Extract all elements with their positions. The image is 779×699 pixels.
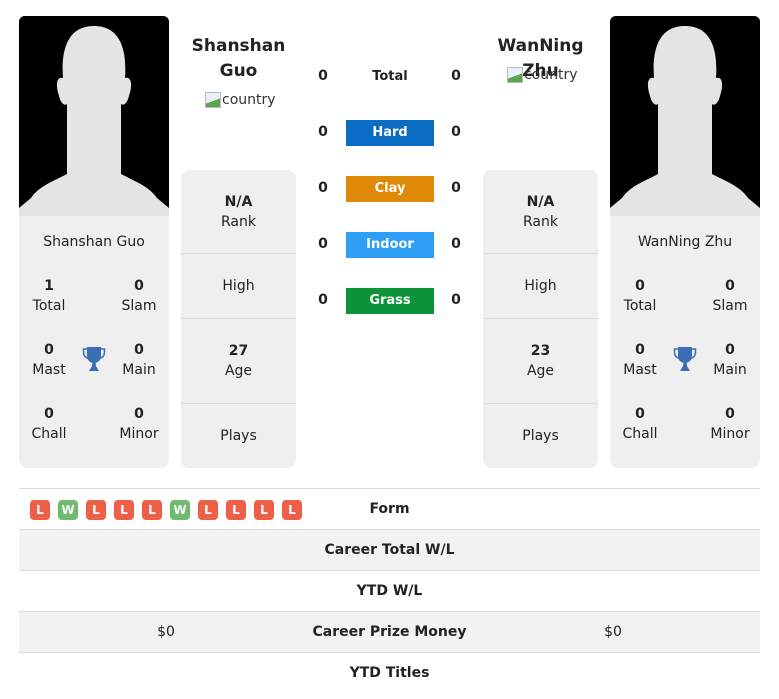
surface-row-total: 0 Total 0 — [300, 64, 480, 90]
player1-total-titles: 1 Total — [32, 278, 66, 314]
silhouette-icon — [19, 16, 169, 216]
player1-age: 27 Age — [181, 319, 296, 404]
silhouette-icon — [610, 16, 760, 216]
surface-total-label: Total — [372, 69, 408, 84]
trophy-icon — [82, 347, 106, 371]
surface-grass-badge: Grass — [346, 288, 434, 314]
player2-total-titles: 0 Total — [623, 278, 657, 314]
player1-photo — [19, 16, 169, 216]
surface-row-indoor: 0 Indoor 0 — [300, 232, 480, 258]
ytd-titles-label: YTD Titles — [349, 665, 430, 681]
player2-plays: Plays — [522, 428, 559, 444]
player2-rank: N/A Rank — [483, 170, 598, 254]
broken-image-icon — [205, 92, 221, 108]
player1-info-panel: N/A Rank High 27 Age Plays — [181, 170, 296, 468]
player2-age: 23 Age — [483, 319, 598, 404]
player1-rank: N/A Rank — [181, 170, 296, 254]
player1-flag: country — [205, 92, 276, 108]
form-label: Form — [369, 501, 410, 517]
surface-indoor-badge: Indoor — [346, 232, 434, 258]
player2-chall-titles: 0 Chall — [622, 406, 658, 442]
player2-main-titles: 0 Main — [713, 342, 747, 378]
surface-row-clay: 0 Clay 0 — [300, 176, 480, 202]
player2-slam-titles: 0 Slam — [712, 278, 748, 314]
player2-prize-money: $0 — [604, 624, 622, 640]
player1-high: High — [181, 254, 296, 319]
player1-name-link[interactable]: Shanshan Guo — [181, 34, 296, 84]
surface-hard-badge: Hard — [346, 120, 434, 146]
career-wl-label: Career Total W/L — [324, 542, 455, 558]
player1-minor-titles: 0 Minor — [119, 406, 159, 442]
surface-row-grass: 0 Grass 0 — [300, 288, 480, 314]
surface-row-hard: 0 Hard 0 — [300, 120, 480, 146]
comparison-table: LWLLLWLLLL Form Career Total W/L YTD W/L… — [19, 488, 760, 693]
player2-photo — [610, 16, 760, 216]
player1-chall-titles: 0 Chall — [31, 406, 67, 442]
career-wl-row: Career Total W/L — [19, 529, 760, 570]
player1-card: Shanshan Guo 1 Total 0 Slam 0 Mast 0 Main 0C… — [19, 216, 169, 468]
player2-card-name: WanNing Zhu — [637, 234, 733, 250]
ytd-wl-label: YTD W/L — [356, 583, 423, 599]
player1-slam-titles: 0 Slam — [121, 278, 157, 314]
player2-minor-titles: 0 Minor — [710, 406, 750, 442]
surface-clay-badge: Clay — [346, 176, 434, 202]
player1-card-name: Shanshan Guo — [43, 234, 145, 250]
prize-money-row: $0 Career Prize Money $0 — [19, 611, 760, 652]
broken-image-icon — [507, 67, 523, 83]
player1-main-titles: 0 Main — [122, 342, 156, 378]
player1-mast-titles: 0 Mast — [32, 342, 66, 378]
player2-info-panel: N/A Rank High 23 Age Plays — [483, 170, 598, 468]
player2-flag: country — [507, 67, 578, 83]
player2-high: High — [483, 254, 598, 319]
form-row: LWLLLWLLLL Form — [19, 488, 760, 529]
player1-plays: Plays — [220, 428, 257, 444]
player2-mast-titles: 0 Mast — [623, 342, 657, 378]
ytd-titles-row: YTD Titles — [19, 652, 760, 693]
trophy-icon — [673, 347, 697, 371]
player2-card: WanNing Zhu 0 Total 0 Slam 0 Mast 0 Main 0 Ch… — [610, 216, 760, 468]
ytd-wl-row: YTD W/L — [19, 570, 760, 611]
